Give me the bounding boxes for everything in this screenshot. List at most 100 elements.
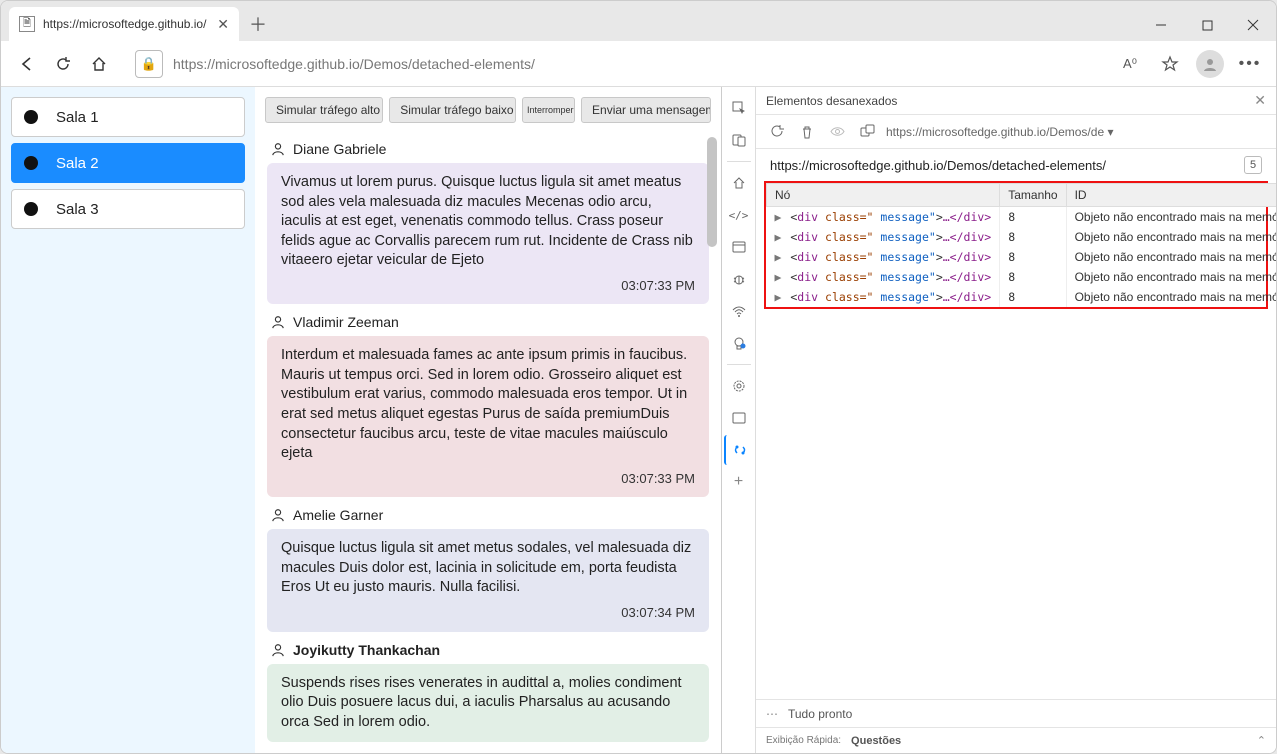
expand-icon[interactable]: ▶	[775, 250, 782, 264]
collect-garbage-button[interactable]	[766, 121, 788, 143]
lock-icon[interactable]: 🔒	[135, 50, 163, 78]
tab-lighthouse[interactable]	[724, 328, 754, 358]
col-id[interactable]: ID	[1066, 184, 1277, 207]
scrollbar-thumb[interactable]	[707, 137, 717, 247]
simulate-low-traffic-button[interactable]: Simular tráfego baixo	[389, 97, 516, 123]
quick-view-bar: Exibição Rápida: Questões ⌃	[756, 727, 1276, 753]
size-cell: 8	[1000, 227, 1066, 247]
back-button[interactable]	[9, 46, 45, 82]
bulb-icon	[731, 335, 747, 351]
refresh-icon	[54, 55, 72, 73]
message-item: Diane GabrieleVivamus ut lorem purus. Qu…	[267, 141, 709, 304]
message-body: Suspends rises rises venerates in auditt…	[267, 664, 709, 743]
delete-button[interactable]	[796, 121, 818, 143]
table-row[interactable]: ▶ <div class=" message">…</div>8Objeto n…	[767, 267, 1277, 287]
device-toggle[interactable]	[724, 125, 754, 155]
quick-view-tab[interactable]: Questões	[851, 735, 901, 747]
count-badge: 5	[1244, 156, 1262, 174]
scrollbar[interactable]	[707, 137, 719, 743]
tab-sources[interactable]	[724, 232, 754, 262]
more-tools-icon[interactable]: ⋯	[766, 707, 778, 721]
tab-detached-elements[interactable]	[724, 435, 754, 465]
status-bar: ⋯ Tudo pronto	[756, 699, 1276, 727]
code-icon: </>	[729, 209, 749, 222]
refresh-button[interactable]	[45, 46, 81, 82]
message-sender: Amelie Garner	[271, 507, 709, 523]
quick-view-label: Exibição Rápida:	[766, 735, 841, 746]
simulate-high-traffic-button[interactable]: Simular tráfego alto	[265, 97, 383, 123]
person-icon	[271, 508, 285, 522]
chevron-up-icon[interactable]: ⌃	[1257, 734, 1266, 747]
close-panel-button[interactable]: ✕	[1254, 92, 1266, 109]
address-bar[interactable]: 🔒 https://microsoftedge.github.io/Demos/…	[125, 48, 1104, 80]
table-row[interactable]: ▶ <div class=" message">…</div>8Objeto n…	[767, 207, 1277, 228]
id-cell: Objeto não encontrado mais na memória	[1066, 207, 1277, 228]
inspect-tool[interactable]	[724, 93, 754, 123]
inspect-icon	[731, 100, 747, 116]
detached-nodes-table: Nó Tamanho ID ▶ <div class=" message">…<…	[766, 183, 1277, 307]
eye-button[interactable]	[826, 121, 848, 143]
table-row[interactable]: ▶ <div class=" message">…</div>8Objeto n…	[767, 227, 1277, 247]
tab-network[interactable]	[724, 296, 754, 326]
expand-icon[interactable]: ▶	[775, 290, 782, 304]
id-cell: Objeto não encontrado mais na memória	[1066, 227, 1277, 247]
target-dropdown[interactable]: https://microsoftedge.github.io/Demos/de	[886, 125, 1266, 139]
message-item: Amelie Garner Quisque luctus ligula sit a…	[267, 507, 709, 631]
minimize-button[interactable]	[1138, 9, 1184, 41]
maximize-icon	[1202, 20, 1213, 31]
close-window-button[interactable]	[1230, 9, 1276, 41]
message-body: Vivamus ut lorem purus. Quisque luctus l…	[267, 163, 709, 304]
highlighted-region: Nó Tamanho ID ▶ <div class=" message">…<…	[764, 181, 1268, 309]
more-menu-button[interactable]: •••	[1232, 46, 1268, 82]
browser-tab[interactable]: 🗎 https://microsoftedge.github.io/ ✕	[9, 7, 239, 41]
tab-application[interactable]	[724, 403, 754, 433]
message-body: Quisque luctus ligula sit amet metus sod…	[267, 529, 709, 631]
devtools-panel: </> + Elementos desanexados ✕	[721, 87, 1276, 753]
profile-button[interactable]	[1192, 46, 1228, 82]
room-item[interactable]: Sala 2	[11, 143, 245, 183]
status-dot-icon	[24, 110, 38, 124]
tab-elements[interactable]: </>	[724, 200, 754, 230]
sender-name: Vladimir Zeeman	[293, 314, 399, 330]
home-button[interactable]	[81, 46, 117, 82]
expand-icon[interactable]: ▶	[775, 210, 782, 224]
tab-welcome[interactable]	[724, 168, 754, 198]
close-icon	[1247, 19, 1259, 31]
expand-icon[interactable]: ▶	[775, 230, 782, 244]
room-label: Sala 3	[56, 201, 99, 218]
action-buttons: Simular tráfego alto Simular tráfego bai…	[255, 87, 721, 133]
id-cell: Objeto não encontrado mais na memória	[1066, 287, 1277, 307]
expand-icon[interactable]: ▶	[775, 270, 782, 284]
size-cell: 8	[1000, 207, 1066, 228]
page-icon: 🗎	[19, 16, 35, 32]
col-node[interactable]: Nó	[767, 184, 1000, 207]
maximize-button[interactable]	[1184, 9, 1230, 41]
send-message-button[interactable]: Enviar uma mensagem	[581, 97, 711, 123]
detach-button[interactable]	[856, 121, 878, 143]
window-icon	[731, 410, 747, 426]
size-cell: 8	[1000, 267, 1066, 287]
room-item[interactable]: Sala 1	[11, 97, 245, 137]
table-row[interactable]: ▶ <div class=" message">…</div>8Objeto n…	[767, 287, 1277, 307]
tab-debug[interactable]	[724, 264, 754, 294]
read-aloud-button[interactable]: A⁰	[1112, 46, 1148, 82]
devtools-toolbar: https://microsoftedge.github.io/Demos/de	[756, 115, 1276, 149]
id-cell: Objeto não encontrado mais na memória	[1066, 247, 1277, 267]
arrow-left-icon	[18, 55, 36, 73]
new-tab-button[interactable]: ＋	[243, 9, 273, 39]
col-size[interactable]: Tamanho	[1000, 184, 1066, 207]
status-dot-icon	[24, 156, 38, 170]
message-sender: Joyikutty Thankachan	[271, 642, 709, 658]
node-cell: ▶ <div class=" message">…</div>	[767, 267, 1000, 287]
favorites-button[interactable]	[1152, 46, 1188, 82]
tab-performance[interactable]	[724, 371, 754, 401]
tab-add[interactable]: +	[724, 467, 754, 497]
devtools-tab-strip: </> +	[722, 87, 756, 753]
close-tab-icon[interactable]: ✕	[217, 16, 229, 33]
room-item[interactable]: Sala 3	[11, 189, 245, 229]
table-row[interactable]: ▶ <div class=" message">…</div>8Objeto n…	[767, 247, 1277, 267]
message-time: 03:07:34 PM	[281, 604, 695, 622]
status-dot-icon	[24, 202, 38, 216]
stop-button[interactable]: Interromper	[522, 97, 575, 123]
message-sender: Vladimir Zeeman	[271, 314, 709, 330]
